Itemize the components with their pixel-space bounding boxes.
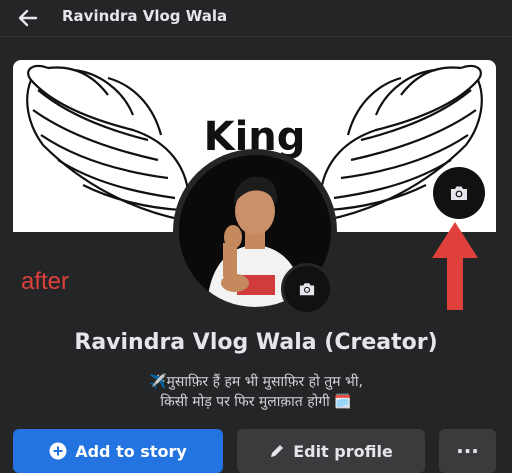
add-to-story-button[interactable]: Add to story <box>13 429 223 473</box>
page-title: Ravindra Vlog Wala <box>62 7 228 25</box>
red-arrow-annotation <box>432 222 478 310</box>
camera-icon <box>451 186 467 200</box>
pencil-icon <box>271 445 284 457</box>
plus-circle-icon <box>49 442 67 460</box>
after-label: after <box>21 268 70 295</box>
edit-profile-button[interactable]: Edit profile <box>237 429 425 473</box>
more-options-label: ··· <box>456 439 479 463</box>
profile-camera-button[interactable] <box>281 263 333 315</box>
add-to-story-label: Add to story <box>75 441 187 461</box>
edit-profile-label: Edit profile <box>293 441 393 461</box>
bio-line-1: ✈️मुसाफ़िर हैं हम भी मुसाफ़िर हो तुम भी, <box>149 374 363 390</box>
profile-name: Ravindra Vlog Wala (Creator) <box>74 330 438 355</box>
top-bar: Ravindra Vlog Wala <box>0 0 512 37</box>
bio-line-2: किसी मोड़ पर फिर मुलाक़ात होगी 🗓️ <box>160 394 352 410</box>
more-options-button[interactable]: ··· <box>439 429 496 473</box>
arrow-left-icon[interactable] <box>16 6 40 30</box>
cover-camera-button[interactable] <box>433 167 485 219</box>
camera-icon <box>299 283 315 296</box>
